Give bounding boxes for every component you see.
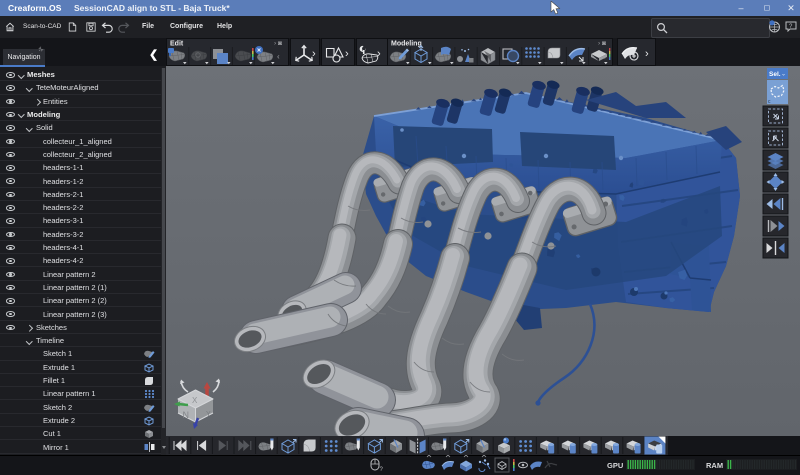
svg-text:› ◙: › ◙ (274, 40, 282, 47)
svg-text:⌄: ⌄ (781, 72, 786, 78)
svg-text:›: › (312, 48, 316, 60)
svg-text:GPU: GPU (607, 461, 623, 470)
svg-text:‹: ‹ (277, 52, 280, 61)
svg-text:Edit: Edit (170, 41, 184, 48)
svg-text:›: › (345, 48, 349, 60)
svg-text:RAM: RAM (706, 461, 723, 470)
svg-text:‹: ‹ (603, 52, 606, 61)
svg-text:›: › (645, 48, 649, 60)
svg-text:X: X (192, 396, 198, 405)
svg-text:Y: Y (206, 411, 211, 418)
svg-text:›: › (377, 48, 381, 60)
svg-text:› ◙: › ◙ (598, 40, 606, 47)
svg-text:Sel.: Sel. (769, 71, 781, 78)
svg-text:Modeling: Modeling (391, 41, 422, 48)
svg-text:N: N (183, 410, 190, 420)
